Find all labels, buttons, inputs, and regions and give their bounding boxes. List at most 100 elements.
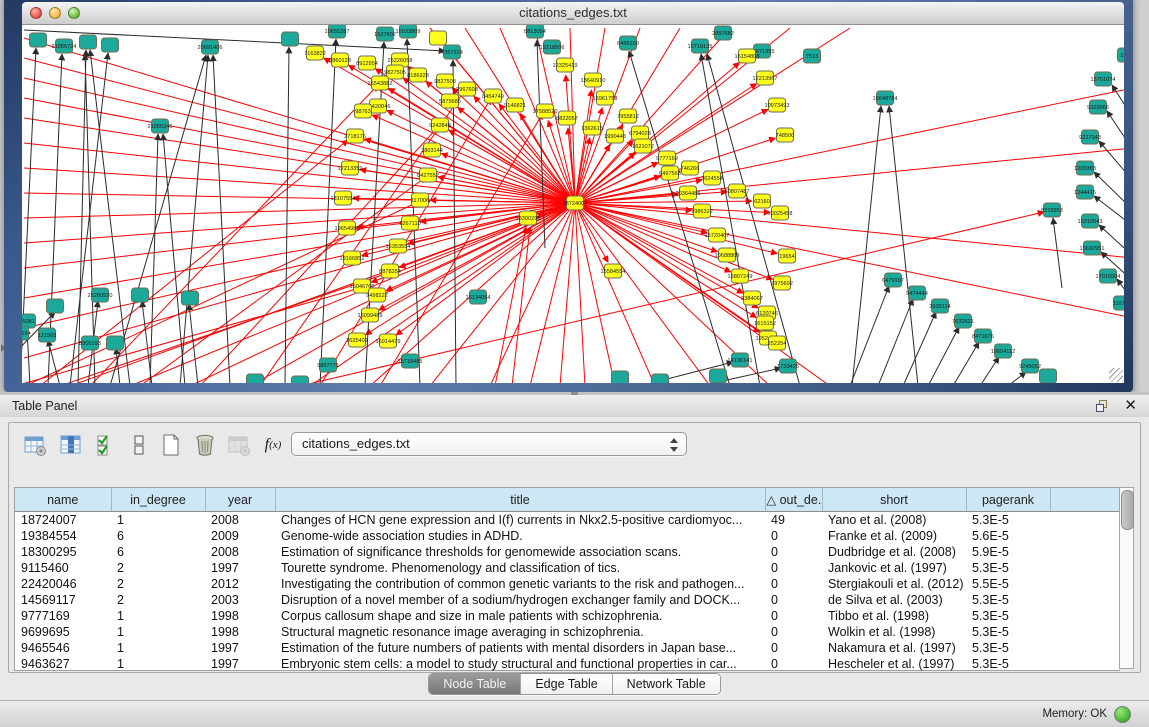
yellow-paper-node[interactable]: 10688809 [715,248,740,262]
teal-paper-node[interactable]: 5905193 [79,336,101,350]
yellow-paper-node[interactable]: 8454749 [482,89,504,103]
column-header-5[interactable]: short [822,488,966,512]
column-header-0[interactable]: name [15,488,111,512]
teal-paper-node[interactable]: 6479197 [882,273,904,287]
teal-paper-node[interactable]: 15751074 [1091,72,1116,86]
teal-paper-node[interactable] [710,369,727,383]
teal-paper-node[interactable]: 2935114 [929,299,950,313]
teal-paper-node[interactable]: 1244415 [1074,185,1096,199]
teal-paper-node[interactable]: 19218506 [540,40,565,54]
yellow-paper-node[interactable]: 9242848 [429,118,451,132]
teal-paper-node[interactable]: 16033809 [396,25,421,38]
table-row[interactable]: 1456911722003Disruption of a novel membe… [15,592,1120,608]
network-window-titlebar[interactable]: citations_edges.txt [22,2,1124,25]
teal-paper-node[interactable]: 8215953 [1041,203,1063,217]
new-document-icon[interactable] [157,431,185,459]
table-row[interactable]: 1830029562008Estimation of significance … [15,544,1120,560]
tab-node-table[interactable]: Node Table [429,674,521,694]
yellow-paper-node[interactable]: 252254 [768,336,787,350]
yellow-paper-node[interactable]: 1362615 [581,121,603,135]
teal-paper-node[interactable] [80,35,97,49]
teal-paper-node[interactable]: 10655287 [325,25,350,38]
column-header-6[interactable]: pagerank [966,488,1050,512]
yellow-paper-node[interactable]: 748500 [776,128,795,142]
yellow-paper-node[interactable]: 7986322 [691,204,713,218]
table-row[interactable]: 977716911998Corpus callosum shape and si… [15,608,1120,624]
merge-columns-icon[interactable] [125,431,153,459]
yellow-paper-node[interactable]: 9146821 [504,98,526,112]
yellow-paper-node[interactable]: 2718176 [344,129,366,143]
yellow-paper-node[interactable]: 746266 [681,161,700,175]
yellow-paper-node[interactable]: 6794028 [629,126,651,140]
teal-paper-node[interactable] [1040,369,1057,383]
yellow-paper-node[interactable]: 19166852 [340,251,365,265]
table-chooser-combobox[interactable]: citations_edges.txt [291,432,687,456]
yellow-paper-node[interactable]: 7163822 [304,46,326,60]
yellow-paper-node[interactable]: 17588520 [533,104,558,118]
teal-paper-node[interactable]: 116753 [1113,296,1124,310]
teal-paper-node[interactable] [30,33,47,47]
teal-paper-node[interactable]: 9245052 [1019,359,1041,373]
teal-paper-node[interactable]: 8813054 [524,25,546,38]
yellow-paper-node[interactable]: 16154808 [735,49,760,63]
teal-paper-node[interactable]: 21055724 [52,39,77,53]
yellow-paper-node[interactable]: 9777169 [656,151,678,165]
teal-paper-node[interactable]: 6466160 [617,36,639,50]
teal-paper-node[interactable]: 1209383 [1074,161,1096,175]
table-row[interactable]: 946554611997Estimation of the future num… [15,640,1120,656]
yellow-paper-node[interactable]: 16914479 [376,334,401,348]
teal-paper-node[interactable] [652,374,669,383]
teal-paper-node[interactable]: 121568 [38,328,57,342]
teal-paper-node[interactable]: 10654112 [991,344,1015,358]
delete-trash-icon[interactable] [191,431,219,459]
yellow-paper-node[interactable]: 7625402 [346,333,368,347]
column-header-2[interactable]: year [205,488,275,512]
table-row[interactable]: 911546021997Tourette syndrome. Phenomeno… [15,560,1120,576]
float-panel-icon[interactable] [1096,400,1109,413]
teal-paper-node[interactable]: 14136141 [728,353,753,367]
yellow-paper-node[interactable]: 16807249 [728,269,753,283]
close-panel-icon[interactable]: ✕ [1124,396,1137,414]
yellow-paper-node[interactable]: 8427552 [417,168,439,182]
tab-edge-table[interactable]: Edge Table [521,674,612,694]
yellow-paper-node[interactable]: 3624554 [701,171,723,185]
teal-paper-node[interactable]: 7513 [804,49,821,63]
teal-paper-node[interactable]: 9329966 [1087,100,1109,114]
yellow-paper-node[interactable]: 18300295 [516,211,541,225]
teal-paper-node[interactable] [47,299,64,313]
teal-paper-node[interactable]: 17016504 [1096,269,1121,283]
yellow-paper-node[interactable]: 9498222 [366,288,388,302]
select-rows-icon[interactable] [93,431,121,459]
teal-paper-node[interactable]: 9474444 [906,286,928,300]
yellow-paper-node[interactable]: 117006 [411,193,429,207]
yellow-paper-node[interactable]: 8186328 [407,68,429,82]
yellow-paper-node[interactable]: 19654 [779,249,796,263]
yellow-paper-node[interactable]: 1615152 [754,316,776,330]
yellow-paper-node[interactable]: 12325419 [553,58,578,72]
function-builder-icon[interactable]: f(x) [259,431,287,459]
yellow-paper-node[interactable]: 9384067 [741,291,763,305]
yellow-paper-node[interactable]: 16961758 [593,91,618,105]
teal-paper-node[interactable]: 39119 [22,326,29,340]
teal-paper-node[interactable]: 15692951 [1080,241,1105,255]
teal-paper-node[interactable]: 7632621 [952,314,974,328]
table-row[interactable]: 946362711997Embryonic stem cells: a mode… [15,656,1120,672]
window-resize-grip[interactable] [1109,368,1123,382]
teal-paper-node[interactable] [132,288,149,302]
teal-paper-node[interactable]: 8471676 [972,329,994,343]
yellow-paper-node[interactable]: 62160 [754,194,771,208]
panel-collapse-handle-icon[interactable] [1,344,5,352]
yellow-paper-node[interactable]: 10025458 [768,206,793,220]
yellow-paper-node[interactable]: 20364486 [676,186,701,200]
yellow-paper-node[interactable] [430,31,447,45]
yellow-paper-node[interactable]: 2803144 [421,143,443,157]
node-table[interactable]: namein_degreeyeartitle△ out_de...shortpa… [14,487,1120,671]
yellow-paper-node[interactable]: 5875685 [439,94,461,108]
teal-paper-node[interactable]: 1733426 [777,359,799,373]
teal-paper-node[interactable]: 16210643 [1078,214,1103,228]
yellow-paper-node[interactable]: 7955812 [617,109,639,123]
yellow-paper-node[interactable]: 18724007 [563,196,588,210]
yellow-paper-node[interactable]: 8267110 [399,216,420,230]
yellow-paper-node[interactable]: 9827508 [434,74,456,88]
yellow-paper-node[interactable]: 6497568 [659,166,681,180]
